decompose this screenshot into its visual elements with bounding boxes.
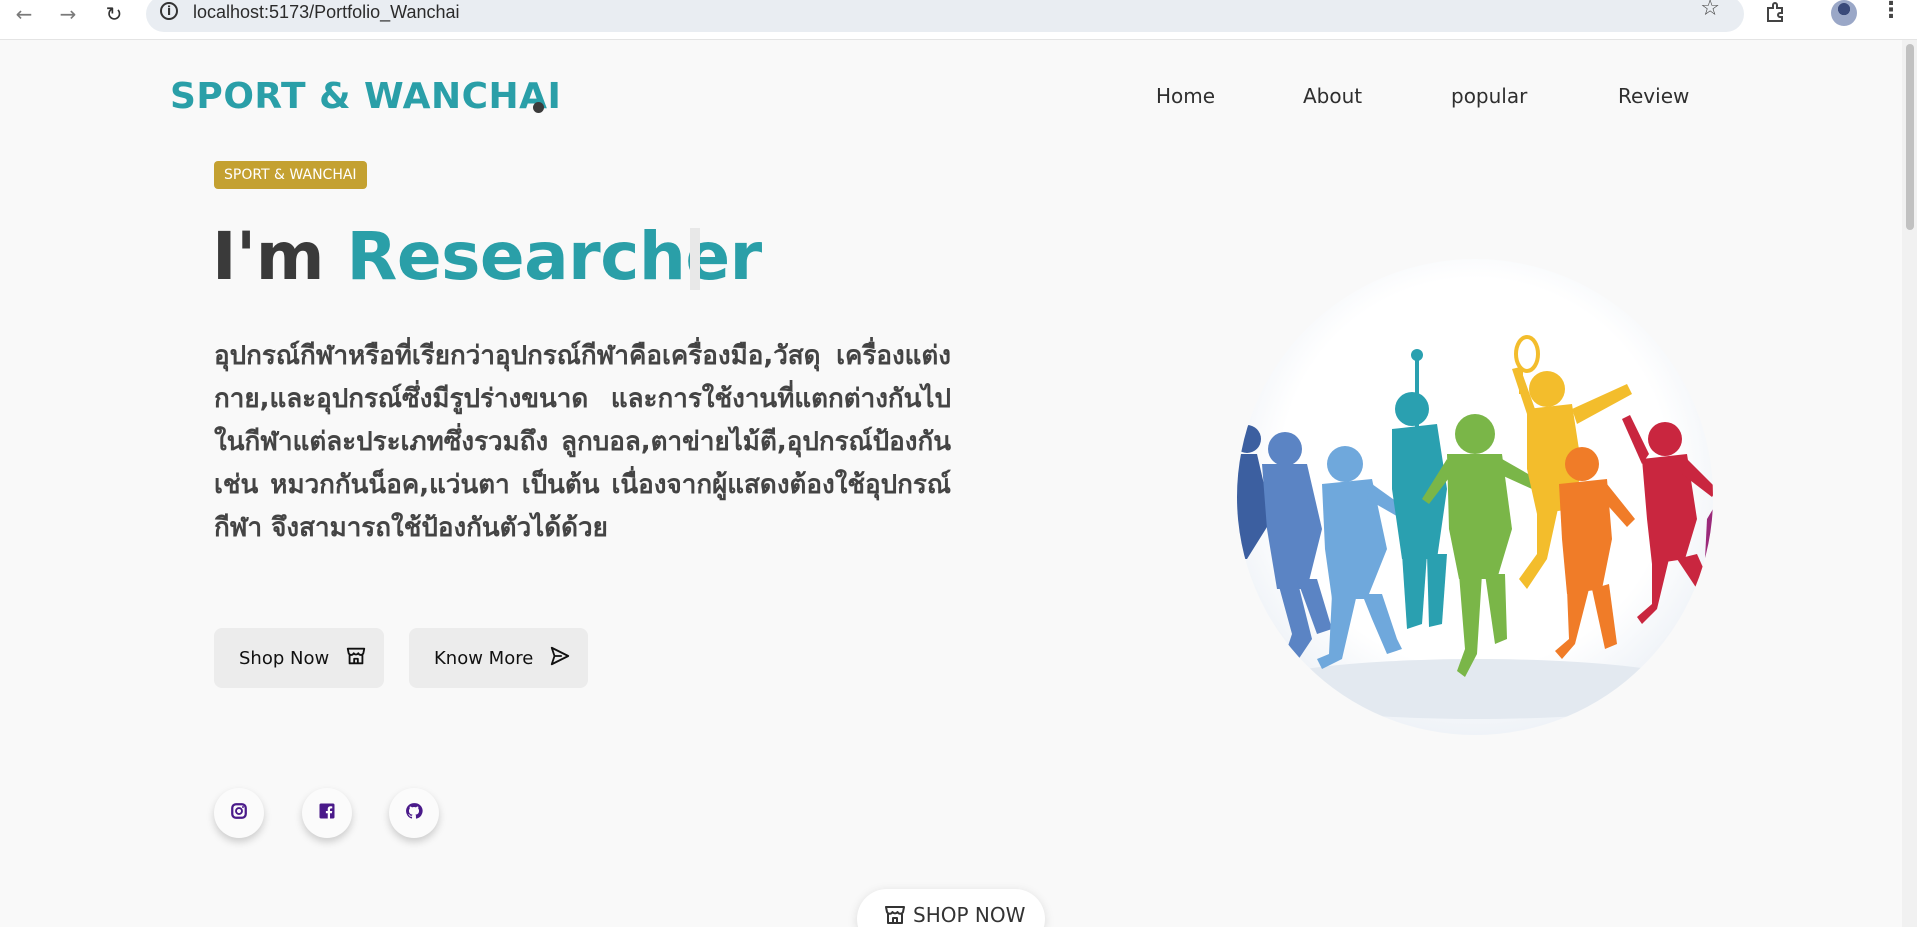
github-button[interactable]: [389, 788, 439, 838]
site-info-icon[interactable]: i: [160, 2, 178, 20]
facebook-icon: [318, 802, 336, 825]
facebook-button[interactable]: [302, 788, 352, 838]
headline-prefix: I'm: [212, 218, 347, 295]
extensions-icon[interactable]: [1764, 0, 1788, 30]
nav-popular[interactable]: popular: [1451, 84, 1527, 108]
profile-avatar[interactable]: [1831, 0, 1857, 26]
floating-shop-now-label: SHOP NOW: [913, 903, 1026, 927]
github-icon: [405, 802, 423, 825]
site-logo[interactable]: SPORT & WANCHAI: [170, 76, 561, 117]
hero-sports-illustration: [1237, 259, 1713, 735]
hero-tag: SPORT & WANCHAI: [214, 161, 367, 189]
scrollbar-thumb[interactable]: [1906, 44, 1914, 230]
browser-toolbar: ← → ↻ i localhost:5173/Portfolio_Wanchai…: [0, 0, 1917, 40]
logo-dot: [533, 102, 544, 113]
know-more-button[interactable]: Know More: [409, 628, 588, 688]
shop-now-label: Shop Now: [239, 647, 330, 669]
url-text[interactable]: localhost:5173/Portfolio_Wanchai: [193, 2, 460, 23]
nav-review[interactable]: Review: [1618, 84, 1689, 108]
address-bar[interactable]: i localhost:5173/Portfolio_Wanchai ☆: [146, 0, 1744, 32]
hero-description: อุปกรณ์กีฬาหรือที่เรียกว่าอุปกรณ์กีฬาคือ…: [214, 341, 951, 543]
store-icon: [883, 903, 907, 927]
browser-menu-icon[interactable]: ⋮: [1880, 0, 1902, 23]
page-scrollbar[interactable]: [1902, 40, 1917, 927]
bookmark-star-icon[interactable]: ☆: [1700, 0, 1720, 21]
know-more-label: Know More: [434, 647, 534, 669]
send-icon: [549, 645, 571, 672]
typing-caret: [690, 228, 700, 290]
shop-now-button[interactable]: Shop Now: [214, 628, 384, 688]
nav-home[interactable]: Home: [1156, 84, 1215, 108]
instagram-icon: [230, 802, 248, 825]
store-icon: [345, 645, 367, 672]
back-icon[interactable]: ←: [12, 2, 36, 26]
nav-about[interactable]: About: [1303, 84, 1362, 108]
hero-headline: I'm Researcher: [212, 218, 762, 295]
forward-icon[interactable]: →: [56, 2, 80, 26]
instagram-button[interactable]: [214, 788, 264, 838]
reload-icon[interactable]: ↻: [102, 2, 126, 26]
floating-shop-now-button[interactable]: SHOP NOW: [857, 889, 1045, 927]
